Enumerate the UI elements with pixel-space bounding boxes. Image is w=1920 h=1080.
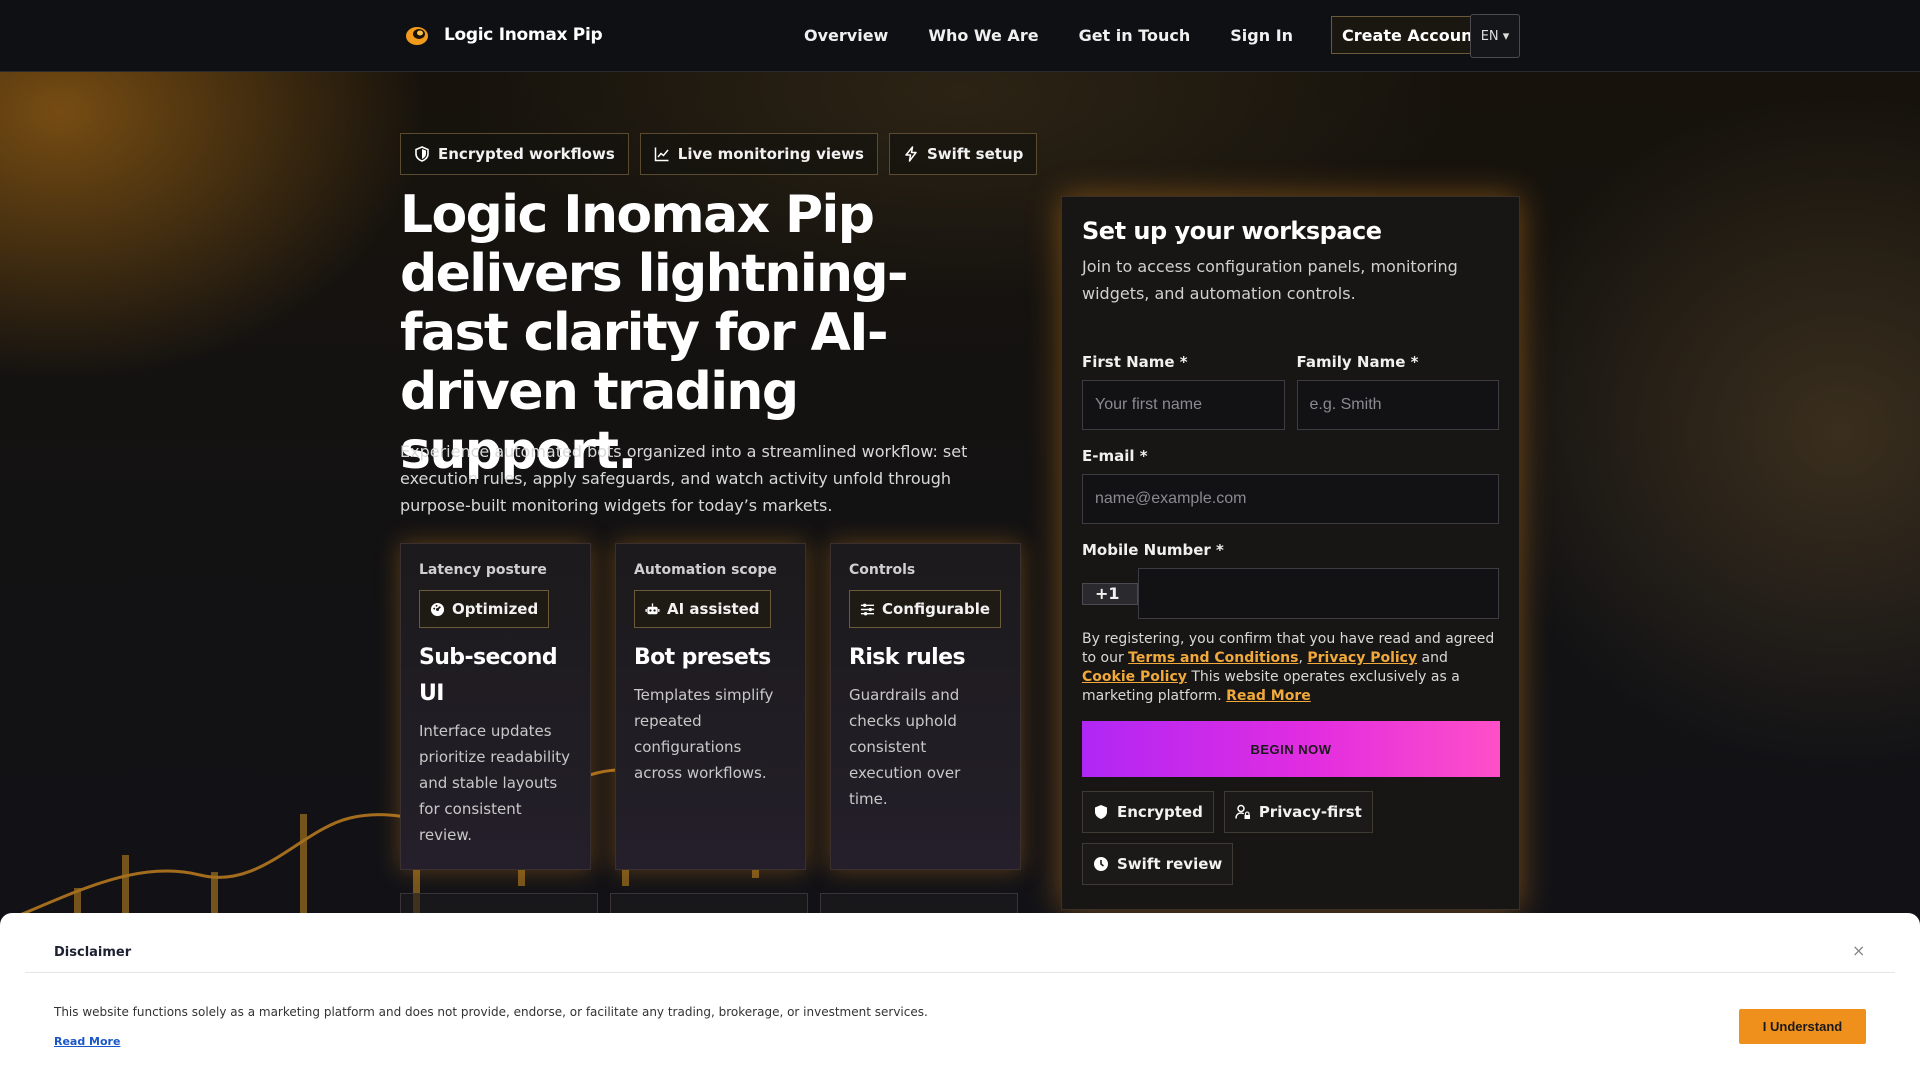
card-eyebrow: Controls bbox=[849, 562, 916, 578]
begin-now-button[interactable]: BEGIN NOW bbox=[1082, 721, 1500, 777]
cookie-link[interactable]: Cookie Policy bbox=[1082, 669, 1187, 685]
brand-name: Logic Inomax Pip bbox=[444, 25, 603, 45]
trust-privacy-first: Privacy-first bbox=[1223, 791, 1373, 833]
trust-swift-review: Swift review bbox=[1082, 843, 1234, 885]
card-text: Templates simplify repeated configuratio… bbox=[634, 686, 774, 782]
trust-encrypted: Encrypted bbox=[1082, 791, 1214, 833]
badge-swift-setup: Swift setup bbox=[888, 133, 1038, 175]
disclaimer-divider bbox=[25, 972, 1895, 973]
first-name-group: First Name * bbox=[1082, 353, 1285, 430]
badge-live-monitoring: Live monitoring views bbox=[639, 133, 878, 175]
email-label: E-mail * bbox=[1082, 447, 1148, 465]
card-text: Interface updates prioritize readability… bbox=[419, 722, 571, 844]
hero-title: Logic Inomax Pip delivers lightning-fast… bbox=[400, 185, 909, 481]
user-lock-icon bbox=[1235, 804, 1250, 819]
line-chart-icon bbox=[654, 147, 669, 162]
form-subtitle: Join to access configuration panels, mon… bbox=[1082, 257, 1458, 303]
family-name-input[interactable] bbox=[1296, 380, 1499, 430]
disclaimer-title: Disclaimer bbox=[54, 945, 132, 960]
card-chip: Configurable bbox=[849, 590, 1002, 628]
card-eyebrow: Latency posture bbox=[419, 562, 547, 578]
legal-read-more-link[interactable]: Read More bbox=[1226, 688, 1311, 704]
terms-link[interactable]: Terms and Conditions bbox=[1128, 650, 1298, 666]
form-title: Set up your workspace bbox=[1082, 217, 1382, 245]
mobile-label: Mobile Number * bbox=[1082, 541, 1224, 559]
shield-icon bbox=[1095, 805, 1107, 819]
privacy-link[interactable]: Privacy Policy bbox=[1307, 650, 1417, 666]
bolt-icon bbox=[905, 146, 917, 162]
brand[interactable]: Logic Inomax Pip bbox=[404, 22, 603, 48]
card-chip: Optimized bbox=[419, 590, 550, 628]
mobile-input[interactable] bbox=[1137, 568, 1499, 619]
card-eyebrow: Automation scope bbox=[634, 562, 777, 578]
top-header: Logic Inomax Pip Overview Who We Are Get… bbox=[0, 0, 1920, 72]
gauge-icon bbox=[430, 602, 445, 616]
hero-subtitle: Experience automated bots organized into… bbox=[400, 442, 968, 515]
family-name-group: Family Name * bbox=[1296, 353, 1499, 430]
legal-notice: By registering, you confirm that you hav… bbox=[1082, 631, 1495, 704]
trust-badges: Encrypted Privacy-first Swift review bbox=[1082, 791, 1500, 885]
card-title: Risk rules bbox=[849, 645, 966, 670]
robot-icon bbox=[645, 602, 660, 614]
card-chip: AI assisted bbox=[634, 590, 771, 628]
card-latency: Latency posture Optimized Sub-second UI … bbox=[400, 543, 591, 870]
feature-cards: Latency posture Optimized Sub-second UI … bbox=[400, 543, 1021, 870]
disclaimer-read-more-link[interactable]: Read More bbox=[54, 1035, 120, 1048]
first-name-label: First Name * bbox=[1082, 353, 1188, 371]
brand-logo-icon bbox=[404, 22, 430, 48]
mobile-group: Mobile Number * +1 bbox=[1082, 541, 1499, 619]
email-group: E-mail * bbox=[1082, 447, 1499, 524]
feature-badges: Encrypted workflows Live monitoring view… bbox=[400, 133, 1038, 175]
card-controls: Controls Configurable Risk rules Guardra… bbox=[830, 543, 1021, 870]
disclaimer-text: This website functions solely as a marke… bbox=[54, 1005, 928, 1019]
nav-sign-in[interactable]: Sign In bbox=[1230, 26, 1293, 45]
disclaimer-banner: Disclaimer × This website functions sole… bbox=[0, 913, 1920, 1080]
card-text: Guardrails and checks uphold consistent … bbox=[849, 686, 961, 808]
family-name-label: Family Name * bbox=[1296, 353, 1419, 371]
create-account-button[interactable]: Create Account bbox=[1331, 16, 1492, 54]
clock-icon bbox=[1094, 857, 1108, 871]
card-title: Sub-second UI bbox=[419, 645, 558, 706]
nav-who-we-are[interactable]: Who We Are bbox=[928, 26, 1038, 45]
main-nav: Overview Who We Are Get in Touch Sign In… bbox=[804, 14, 1492, 56]
close-icon[interactable]: × bbox=[1852, 941, 1865, 960]
understand-button[interactable]: I Understand bbox=[1739, 1009, 1866, 1044]
first-name-input[interactable] bbox=[1082, 380, 1285, 430]
country-code-select[interactable]: +1 bbox=[1082, 582, 1138, 605]
nav-get-in-touch[interactable]: Get in Touch bbox=[1079, 26, 1191, 45]
language-select[interactable]: EN ▾ bbox=[1470, 14, 1520, 58]
signup-panel: Set up your workspace Join to access con… bbox=[1061, 196, 1520, 910]
sliders-icon bbox=[860, 603, 875, 615]
card-automation: Automation scope AI assisted Bot presets… bbox=[615, 543, 806, 870]
badge-encrypted-workflows: Encrypted workflows bbox=[400, 133, 629, 175]
name-row: First Name * Family Name * bbox=[1082, 353, 1499, 430]
mobile-field: +1 bbox=[1082, 568, 1499, 619]
nav-overview[interactable]: Overview bbox=[804, 26, 888, 45]
shield-icon bbox=[415, 146, 429, 162]
card-title: Bot presets bbox=[634, 645, 771, 670]
email-input[interactable] bbox=[1082, 474, 1499, 524]
